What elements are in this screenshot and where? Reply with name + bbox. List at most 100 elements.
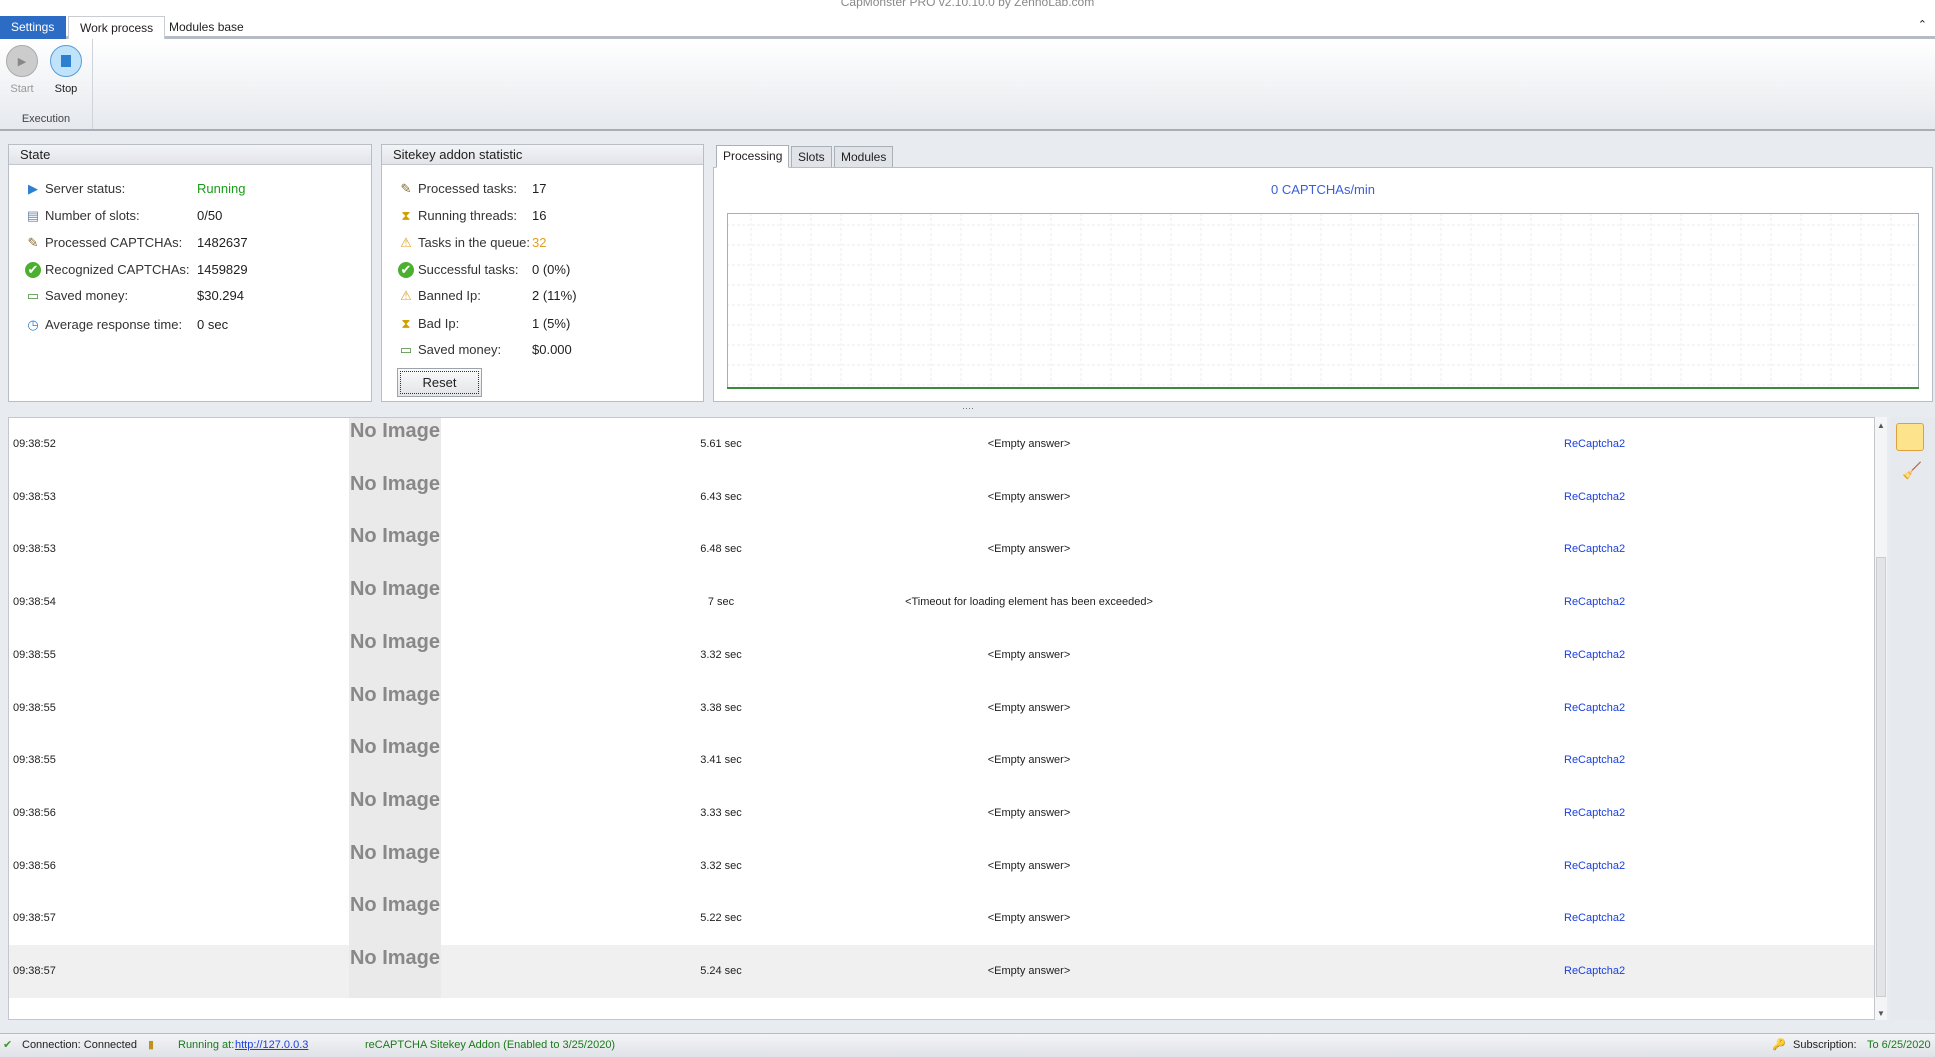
stat-label: Saved money: — [45, 288, 129, 303]
sitekey-title: Sitekey addon statistic — [382, 145, 703, 165]
sitekey-panel: Sitekey addon statistic ✎ Processed tasks… — [381, 144, 704, 402]
stat-row: ▤ Number of slots: 0/50 — [25, 206, 222, 226]
chart-title: 0 CAPTCHAs/min — [1270, 182, 1376, 197]
captcha-image-placeholder: No Image — [349, 628, 441, 682]
ribbon-panel: ▶ Start Stop Execution — [0, 39, 1935, 131]
log-row[interactable]: 09:38:53 No Image 6.48 sec <Empty answer… — [9, 523, 1874, 577]
stat-value: $0.000 — [532, 342, 572, 357]
check-icon: ✔ — [25, 262, 41, 278]
tab-slots[interactable]: Slots — [791, 146, 832, 168]
captcha-image-placeholder: No Image — [349, 576, 441, 630]
money-icon: ▭ — [399, 342, 413, 357]
stat-label: Bad Ip: — [418, 316, 460, 331]
stat-label: Successful tasks: — [418, 262, 519, 277]
collapse-ribbon-icon[interactable]: ⌃ — [1918, 18, 1927, 31]
edit-icon: ✎ — [400, 181, 412, 196]
start-label: Start — [10, 83, 34, 95]
connected-check-icon: ✔ — [3, 1039, 13, 1051]
stat-label: Running threads: — [418, 208, 518, 223]
log-time: 09:38:56 — [13, 806, 56, 819]
server-icon: ▮ — [148, 1039, 155, 1051]
stat-value: 16 — [532, 208, 547, 223]
slots-icon: ▤ — [26, 208, 40, 223]
log-row[interactable]: 09:38:55 No Image 3.41 sec <Empty answer… — [9, 734, 1874, 788]
autoscroll-toggle-icon[interactable] — [1896, 423, 1924, 451]
log-time: 09:38:56 — [13, 859, 56, 872]
ribbon-tabs: Settings Work process Modules base ⌃ — [0, 14, 1935, 41]
log-captcha-type[interactable]: ReCaptcha2 — [1564, 471, 1625, 524]
clock-icon: ◷ — [27, 317, 39, 332]
stat-row: ▶ Server status: Running — [25, 179, 245, 199]
window-title: CapMonster PRO v2.10.10.0 by ZennoLab.co… — [840, 0, 1095, 9]
splitter-handle[interactable]: ···· — [962, 403, 974, 413]
log-captcha-type[interactable]: ReCaptcha2 — [1564, 892, 1625, 945]
captcha-image-placeholder: No Image — [349, 681, 441, 735]
stat-row: ✎ Processed tasks: 17 — [398, 179, 547, 199]
connection-status: Connection: Connected — [22, 1039, 137, 1051]
stat-row: ▭ Saved money: $0.000 — [398, 340, 572, 360]
log-row[interactable]: 09:38:53 No Image 6.43 sec <Empty answer… — [9, 470, 1874, 524]
log-answer: <Empty answer> — [987, 701, 1071, 714]
captcha-image-placeholder: No Image — [349, 523, 441, 577]
tab-processing[interactable]: Processing — [716, 145, 790, 168]
tab-work-process[interactable]: Work process — [68, 16, 166, 41]
log-row[interactable]: 09:38:56 No Image 3.32 sec <Empty answer… — [9, 839, 1874, 893]
start-button[interactable]: ▶ Start — [2, 45, 42, 95]
log-captcha-type[interactable]: ReCaptcha2 — [1564, 629, 1625, 682]
log-captcha-type[interactable]: ReCaptcha2 — [1564, 576, 1625, 629]
log-time: 09:38:55 — [13, 648, 56, 661]
state-panel: State ▶ Server status: Running ▤ Number of s… — [8, 144, 372, 402]
log-captcha-type[interactable]: ReCaptcha2 — [1564, 682, 1625, 735]
log-answer: <Empty answer> — [987, 859, 1071, 872]
stat-value: 1 (5%) — [532, 316, 571, 331]
server-url-link[interactable]: http://127.0.0.3 — [235, 1034, 308, 1056]
log-captcha-type[interactable]: ReCaptcha2 — [1564, 734, 1625, 787]
execution-group-label: Execution — [21, 113, 71, 125]
stat-label: Tasks in the queue: — [418, 235, 531, 250]
log-row[interactable]: 09:38:55 No Image 3.38 sec <Empty answer… — [9, 681, 1874, 735]
log-time: 09:38:53 — [13, 490, 56, 503]
subscription-label: Subscription: — [1793, 1039, 1857, 1051]
log-captcha-type[interactable]: ReCaptcha2 — [1564, 523, 1625, 576]
log-row[interactable]: 09:38:57 No Image 5.24 sec <Empty answer… — [9, 945, 1874, 998]
scrollbar[interactable]: ▲ ▼ — [1875, 417, 1887, 1020]
log-time: 09:38:55 — [13, 754, 56, 767]
captcha-image-placeholder: No Image — [349, 734, 441, 788]
stop-button[interactable]: Stop — [46, 45, 86, 95]
tab-settings[interactable]: Settings — [0, 16, 66, 39]
log-time: 09:38:57 — [13, 912, 56, 925]
stat-value: 1482637 — [197, 235, 248, 250]
stat-row: ✔ Successful tasks: 0 (0%) — [398, 260, 570, 280]
tab-modules-base[interactable]: Modules base — [158, 16, 255, 39]
reset-button[interactable]: Reset — [397, 368, 482, 397]
hourglass-icon: ⧗ — [401, 208, 411, 223]
log-answer: <Empty answer> — [987, 912, 1071, 925]
hourglass-icon: ⧗ — [401, 316, 411, 331]
captcha-image-placeholder: No Image — [349, 839, 441, 893]
stat-row: ◷ Average response time: 0 sec — [25, 315, 228, 335]
log-captcha-type[interactable]: ReCaptcha2 — [1564, 945, 1625, 998]
captcha-log-list: 09:38:52 No Image 5.61 sec <Empty answer… — [8, 417, 1875, 1020]
log-row[interactable]: 09:38:54 No Image 7 sec <Timeout for loa… — [9, 576, 1874, 630]
stat-row: ⧗ Running threads: 16 — [398, 206, 546, 226]
log-row[interactable]: 09:38:57 No Image 5.22 sec <Empty answer… — [9, 892, 1874, 946]
warning-icon: ⚠ — [400, 235, 412, 250]
stat-row: ✎ Processed CAPTCHAs: 1482637 — [25, 233, 248, 253]
log-answer: <Empty answer> — [987, 648, 1071, 661]
addon-status: reCAPTCHA Sitekey Addon (Enabled to 3/25… — [365, 1039, 616, 1051]
broom-clear-icon[interactable]: 🧹 — [1902, 461, 1922, 481]
stat-label: Recognized CAPTCHAs: — [45, 262, 190, 277]
stat-label: Processed tasks: — [418, 181, 517, 196]
log-captcha-type[interactable]: ReCaptcha2 — [1564, 787, 1625, 840]
tab-modules[interactable]: Modules — [834, 146, 894, 168]
state-title: State — [9, 145, 371, 165]
log-row[interactable]: 09:38:52 No Image 5.61 sec <Empty answer… — [9, 418, 1874, 471]
key-icon: 🔑 — [1772, 1039, 1786, 1051]
log-row[interactable]: 09:38:55 No Image 3.32 sec <Empty answer… — [9, 628, 1874, 682]
log-answer: <Empty answer> — [987, 754, 1071, 767]
log-time: 09:38:54 — [13, 596, 56, 609]
stat-value: 0 (0%) — [532, 262, 571, 277]
log-captcha-type[interactable]: ReCaptcha2 — [1564, 840, 1625, 893]
log-captcha-type[interactable]: ReCaptcha2 — [1564, 418, 1625, 471]
log-row[interactable]: 09:38:56 No Image 3.33 sec <Empty answer… — [9, 786, 1874, 840]
